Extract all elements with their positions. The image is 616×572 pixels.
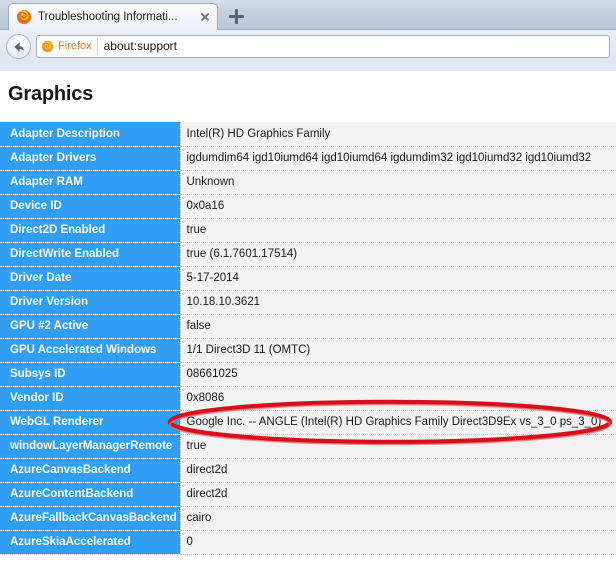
table-row: Direct2D Enabled true [0, 218, 616, 243]
url-text[interactable]: about:support [104, 39, 177, 54]
table-row: DirectWrite Enabled true (6.1.7601.17514) [0, 242, 616, 267]
table-row-label: Adapter Description [0, 122, 180, 147]
table-row-label: WebGL Renderer [0, 410, 180, 435]
new-tab-button[interactable] [226, 6, 246, 26]
table-row-label: Driver Version [0, 290, 180, 315]
table-row: AzureContentBackend direct2d [0, 482, 616, 507]
table-row-label: AzureSkiaAccelerated [0, 530, 180, 555]
table-row-value: Google Inc. -- ANGLE (Intel(R) HD Graphi… [179, 410, 616, 435]
table-row: Adapter Drivers igdumdim64 igd10iumd64 ig… [0, 146, 616, 171]
table-row-value: 0 [179, 530, 616, 555]
table-row-label: windowLayerManagerRemote [0, 434, 180, 459]
address-bar[interactable]: Firefox about:support [36, 35, 610, 58]
table-row: Subsys ID 08661025 [0, 362, 616, 387]
firefox-icon [16, 9, 32, 25]
table-row-label: GPU #2 Active [0, 314, 180, 339]
table-row-value: true [179, 218, 616, 243]
table-row: WebGL Renderer Google Inc. -- ANGLE (Inte… [0, 410, 616, 435]
back-arrow-icon [12, 40, 26, 54]
site-identity-button[interactable]: Firefox [41, 38, 98, 55]
table-row-label: AzureFallbackCanvasBackend [0, 506, 180, 531]
table-row-value: Intel(R) HD Graphics Family [179, 122, 616, 147]
page-title: Graphics [8, 83, 94, 105]
table-row-value: true (6.1.7601.17514) [179, 242, 616, 267]
table-row-value: false [179, 314, 616, 339]
table-row-label: Subsys ID [0, 362, 180, 387]
table-row-label: AzureCanvasBackend [0, 458, 180, 483]
table-row-label: Direct2D Enabled [0, 218, 180, 243]
table-row-value: 1/1 Direct3D 11 (OMTC) [179, 338, 616, 363]
table-row-value: 08661025 [179, 362, 616, 387]
table-row-label: AzureContentBackend [0, 482, 180, 507]
table-row: GPU #2 Active false [0, 314, 616, 339]
table-row: Adapter RAM Unknown [0, 170, 616, 195]
graphics-table-wrapper: Adapter Description Intel(R) HD Graphics … [0, 122, 616, 555]
back-button[interactable] [6, 34, 31, 59]
graphics-table: Adapter Description Intel(R) HD Graphics … [0, 122, 616, 555]
close-icon[interactable] [197, 9, 213, 25]
tab-troubleshooting-information[interactable]: Troubleshooting Informati... [8, 3, 218, 30]
table-row-value: 0x0a16 [179, 194, 616, 219]
table-row-label: Adapter RAM [0, 170, 180, 195]
table-row: Driver Date 5-17-2014 [0, 266, 616, 291]
table-row-label: Vendor ID [0, 386, 180, 411]
table-row-value: direct2d [179, 458, 616, 483]
content-top-band [0, 63, 616, 71]
table-row-label: Device ID [0, 194, 180, 219]
table-row: AzureSkiaAccelerated 0 [0, 530, 616, 555]
table-row-value: 0x8086 [179, 386, 616, 411]
table-row-value: direct2d [179, 482, 616, 507]
table-row-label: Adapter Drivers [0, 146, 180, 171]
graphics-table-body: Adapter Description Intel(R) HD Graphics … [0, 122, 616, 555]
table-row: windowLayerManagerRemote true [0, 434, 616, 459]
table-row: AzureFallbackCanvasBackend cairo [0, 506, 616, 531]
firefox-identity-icon [41, 40, 54, 53]
table-row-label: GPU Accelerated Windows [0, 338, 180, 363]
tab-strip: Troubleshooting Informati... [0, 0, 616, 30]
table-row-label: Driver Date [0, 266, 180, 291]
page-content: Graphics Adapter Description Intel(R) HD … [0, 71, 616, 572]
table-row: Adapter Description Intel(R) HD Graphics … [0, 122, 616, 147]
table-row: Driver Version 10.18.10.3621 [0, 290, 616, 315]
table-row: Device ID 0x0a16 [0, 194, 616, 219]
table-row: Vendor ID 0x8086 [0, 386, 616, 411]
table-row-value: cairo [179, 506, 616, 531]
identity-label: Firefox [58, 40, 92, 52]
table-row-value: igdumdim64 igd10iumd64 igd10iumd64 igdum… [179, 146, 616, 171]
table-row-value: Unknown [179, 170, 616, 195]
table-row-label: DirectWrite Enabled [0, 242, 180, 267]
table-row-value: 10.18.10.3621 [179, 290, 616, 315]
table-row-value: 5-17-2014 [179, 266, 616, 291]
browser-window: Troubleshooting Informati... Firefox abo… [0, 0, 616, 572]
table-row: AzureCanvasBackend direct2d [0, 458, 616, 483]
table-row: GPU Accelerated Windows 1/1 Direct3D 11 (… [0, 338, 616, 363]
table-row-value: true [179, 434, 616, 459]
tab-title: Troubleshooting Informati... [38, 11, 178, 23]
navigation-toolbar: Firefox about:support [0, 30, 616, 63]
